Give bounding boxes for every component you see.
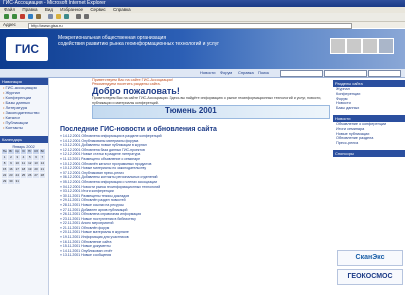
header-select-1[interactable]: [280, 70, 323, 77]
header-select-3[interactable]: [368, 70, 401, 77]
calendar-day[interactable]: 31: [14, 179, 20, 184]
menu-view[interactable]: Вид: [45, 7, 53, 12]
calendar-day[interactable]: 30: [8, 179, 14, 184]
menu-edit[interactable]: Правка: [22, 7, 37, 12]
forward-icon[interactable]: [12, 14, 17, 19]
address-bar: Адрес http://www.gisa.ru: [0, 22, 405, 29]
left-item-8[interactable]: Контакты: [0, 125, 48, 130]
calendar-day[interactable]: 5: [27, 155, 33, 160]
calendar-day[interactable]: 15: [2, 167, 8, 172]
calendar-weekday: Пн: [2, 149, 8, 154]
nav-news[interactable]: Новости: [200, 69, 215, 77]
toolbar: [0, 13, 405, 22]
welcome-heading: Добро пожаловать!: [92, 86, 180, 96]
header-select-2[interactable]: [324, 70, 367, 77]
search-icon[interactable]: [48, 14, 53, 19]
site-header: ГИС Межрегиональная общественная организ…: [0, 29, 405, 69]
header-nav: Новости Форум Справка Поиск: [0, 69, 405, 78]
home-icon[interactable]: [36, 14, 41, 19]
calendar-day[interactable]: 2: [8, 155, 14, 160]
calendar-day[interactable]: 11: [20, 161, 27, 166]
menu-tools[interactable]: Сервис: [90, 7, 105, 12]
calendar-weekday: Ср: [14, 149, 20, 154]
right-item-2-4[interactable]: Пресс-релиз: [333, 141, 405, 146]
calendar-day[interactable]: 4: [20, 155, 27, 160]
news-heading: Последние ГИС-новости и обновления сайта: [60, 126, 217, 133]
back-icon[interactable]: [4, 14, 9, 19]
welcome-text: Приветствуем Вас на сайте ГИС-Ассоциации…: [92, 96, 322, 105]
refresh-icon[interactable]: [28, 14, 33, 19]
calendar-weekday: Пт: [27, 149, 33, 154]
favorites-icon[interactable]: [56, 14, 61, 19]
news-list: » 14.12.2001 Обновлена информация в разд…: [52, 134, 330, 258]
mail-icon[interactable]: [76, 14, 81, 19]
stop-icon[interactable]: [20, 14, 25, 19]
calendar-day[interactable]: 27: [33, 173, 39, 178]
site-logo[interactable]: ГИС: [6, 37, 48, 61]
calendar-day[interactable]: 8: [2, 161, 8, 166]
calendar-weekday: Вт: [8, 149, 14, 154]
calendar-day[interactable]: 20: [33, 167, 39, 172]
calendar-day[interactable]: 18: [20, 167, 27, 172]
nav-help[interactable]: Справка: [238, 69, 254, 77]
calendar: Январь 2002 Пн Вт Ср Чт Пт Сб Вс 1 2 3 4 5 6 7 8 9 10 11 1…: [2, 145, 45, 184]
menu-file[interactable]: Файл: [4, 7, 15, 12]
calendar-day[interactable]: 1: [2, 155, 8, 160]
history-icon[interactable]: [64, 14, 69, 19]
calendar-day[interactable]: 16: [8, 167, 14, 172]
right-sidebar: Разделы сайта Журнал Конференции Форум Н…: [333, 78, 405, 295]
calendar-head: Календарь: [0, 136, 48, 143]
news-section: Последние ГИС-новости и обновления сайта…: [52, 126, 330, 258]
calendar-day[interactable]: 24: [14, 173, 20, 178]
header-photo-4: [378, 38, 394, 54]
site-title: Межрегиональная общественная организация…: [58, 35, 219, 47]
calendar-day[interactable]: 12: [27, 161, 33, 166]
calendar-day[interactable]: 23: [8, 173, 14, 178]
banner-text: Тюмень 2001: [165, 106, 217, 115]
calendar-day[interactable]: 10: [14, 161, 20, 166]
calendar-weekday: Чт: [20, 149, 27, 154]
right-head-1: Разделы сайта: [333, 80, 405, 87]
calendar-day[interactable]: 6: [33, 155, 39, 160]
banner[interactable]: Тюмень 2001: [92, 105, 330, 119]
header-photo-1: [330, 38, 346, 54]
sponsor-scanex[interactable]: СканЭкс: [337, 250, 403, 266]
menu-help[interactable]: Справка: [113, 7, 131, 12]
right-item-1-4[interactable]: Базы данных: [333, 106, 405, 111]
calendar-day[interactable]: 13: [33, 161, 39, 166]
calendar-day[interactable]: 9: [8, 161, 14, 166]
print-icon[interactable]: [84, 14, 89, 19]
calendar-day[interactable]: 17: [14, 167, 20, 172]
main-content: Приветствуем Вас на сайте ГИС-Ассоциации…: [52, 78, 330, 295]
header-photo-3: [362, 38, 378, 54]
calendar-day[interactable]: 19: [27, 167, 33, 172]
news-item[interactable]: » 13.11.2001 Новые сообщения: [60, 253, 330, 258]
calendar-day[interactable]: 22: [2, 173, 8, 178]
site-title-line2: содействия развитию рынка геоинформацион…: [58, 41, 220, 47]
left-menu-head: Навигация: [0, 78, 48, 85]
right-head-2: Новости: [333, 114, 405, 122]
calendar-day[interactable]: 7: [39, 155, 45, 160]
calendar-day[interactable]: 28: [39, 173, 45, 178]
nav-search[interactable]: Поиск: [258, 69, 269, 77]
sponsor-geokosmos[interactable]: ГЕОКОСМОС: [337, 269, 403, 285]
calendar-day[interactable]: 25: [20, 173, 27, 178]
calendar-day[interactable]: 3: [14, 155, 20, 160]
address-label: Адрес: [3, 22, 16, 27]
right-head-3: Спонсоры: [333, 149, 405, 157]
calendar-day[interactable]: 26: [27, 173, 33, 178]
calendar-weekday: Сб: [33, 149, 39, 154]
menu-favorites[interactable]: Избранное: [60, 7, 83, 12]
calendar-weekday: Вс: [39, 149, 45, 154]
calendar-day[interactable]: 29: [2, 179, 8, 184]
left-sidebar: Навигация ГИС-ассоциация Журнал Конферен…: [0, 78, 49, 295]
calendar-day[interactable]: 21: [39, 167, 45, 172]
calendar-grid: Пн Вт Ср Чт Пт Сб Вс 1 2 3 4 5 6 7 8 9 10 11 12 13 14 15 16 17 1…: [2, 149, 45, 184]
nav-forum[interactable]: Форум: [220, 69, 232, 77]
calendar-day[interactable]: 14: [39, 161, 45, 166]
header-photo-2: [346, 38, 362, 54]
window-titlebar: ГИС-Ассоциация - Microsoft Internet Expl…: [0, 0, 405, 7]
